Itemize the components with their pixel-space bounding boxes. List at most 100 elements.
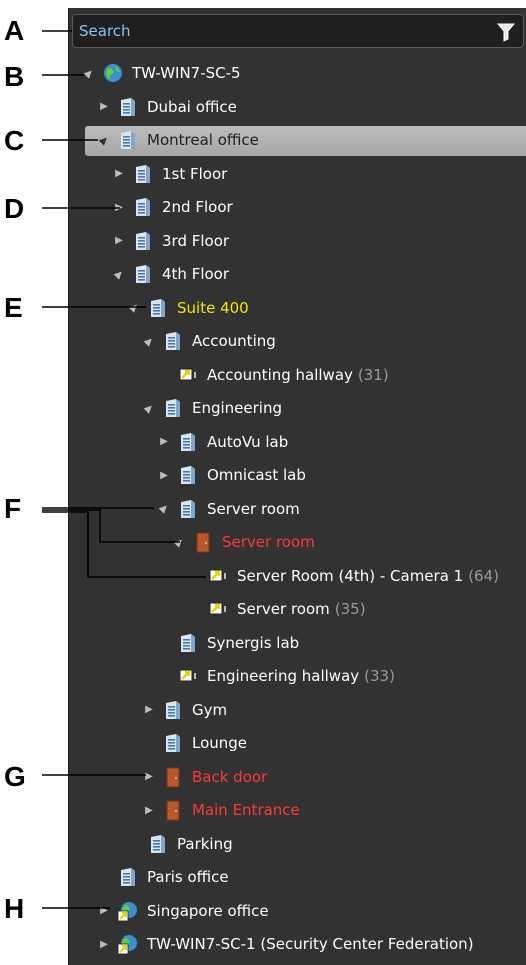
- door-icon: [162, 799, 184, 821]
- building-icon: [117, 96, 139, 118]
- tree-item[interactable]: ▶ Singapore office: [97, 896, 269, 926]
- building-icon: [147, 833, 169, 855]
- tree-item-count: (64): [468, 566, 499, 585]
- tree-item-label: Omnicast lab: [207, 466, 306, 484]
- tree-item-label: Server room: [207, 499, 300, 518]
- tree-item[interactable]: ▶ Omnicast lab: [157, 460, 306, 490]
- tree-item[interactable]: ▲ Accounting: [142, 326, 276, 356]
- building-icon: [117, 129, 139, 151]
- tree-item-label: 1st Floor: [162, 164, 228, 183]
- expand-arrow-icon[interactable]: ▶: [112, 202, 126, 213]
- camera-icon: [177, 364, 199, 386]
- expand-arrow-icon[interactable]: ▶: [157, 470, 171, 481]
- tree-item[interactable]: ▲ Suite 400: [127, 293, 249, 323]
- collapse-arrow-icon[interactable]: ▲: [140, 399, 158, 417]
- building-icon: [162, 732, 184, 754]
- tree-item[interactable]: ▲ Montreal office: [85, 125, 526, 156]
- tree-item[interactable]: ▲ Engineering: [142, 393, 282, 423]
- tree-item[interactable]: ▶ 3rd Floor: [112, 226, 229, 256]
- tree-item-label: Main Entrance: [192, 801, 300, 819]
- search-bar: [72, 14, 524, 48]
- tree-item-label: TW-WIN7-SC-5: [132, 64, 241, 82]
- tree-item-count: (35): [334, 600, 366, 618]
- expand-arrow-icon[interactable]: ▶: [112, 235, 126, 246]
- tree-item-label: Lounge: [192, 734, 248, 752]
- expand-arrow-icon[interactable]: ▶: [97, 905, 111, 916]
- tree-item-label: Server room: [237, 600, 330, 618]
- door-icon: [162, 766, 184, 788]
- tree-item-label: Dubai office: [147, 97, 237, 116]
- building-icon: [162, 330, 184, 352]
- tree-item[interactable]: Synergis lab: [157, 628, 299, 658]
- collapse-arrow-icon[interactable]: ▲: [110, 265, 128, 283]
- expand-arrow-icon[interactable]: ▶: [97, 101, 111, 112]
- search-input[interactable]: [79, 19, 469, 43]
- callout-e: E: [4, 292, 23, 323]
- collapse-arrow-icon[interactable]: ▲: [155, 500, 173, 518]
- tree-item-count: (33): [364, 667, 395, 685]
- tree-item[interactable]: Paris office: [97, 862, 229, 892]
- tree-item-label: 3rd Floor: [162, 231, 230, 250]
- tree-item-label: 4th Floor: [162, 265, 230, 283]
- building-icon: [162, 699, 184, 721]
- tree-item-label: 2nd Floor: [162, 198, 233, 216]
- tree-item-label: Paris office: [147, 868, 229, 886]
- tree-item[interactable]: ▶ Main Entrance: [142, 795, 300, 825]
- collapse-arrow-icon[interactable]: ▲: [170, 533, 188, 551]
- collapse-arrow-icon[interactable]: ▲: [80, 64, 98, 82]
- tree-item[interactable]: ▲ 4th Floor: [112, 259, 229, 289]
- tree-item[interactable]: ▲ Server room: [172, 527, 315, 557]
- collapse-arrow-icon[interactable]: ▲: [125, 299, 143, 317]
- callout-h: H: [4, 893, 25, 924]
- tree-item[interactable]: ▲ TW-WIN7-SC-5: [82, 58, 241, 88]
- tree-item-label: Engineering hallway: [207, 667, 360, 685]
- building-icon: [177, 632, 199, 654]
- building-icon: [117, 866, 139, 888]
- building-icon: [132, 196, 154, 218]
- tree-item[interactable]: Parking: [127, 829, 233, 859]
- filter-icon[interactable]: [496, 22, 516, 42]
- tree-item-label: Synergis lab: [207, 633, 300, 652]
- building-icon: [132, 230, 154, 252]
- tree-item[interactable]: ▲ Server room: [157, 494, 300, 524]
- callout-c: C: [4, 125, 25, 156]
- tree-item[interactable]: ▶ Back door: [142, 762, 267, 792]
- collapse-arrow-icon[interactable]: ▲: [95, 131, 113, 149]
- expand-arrow-icon[interactable]: ▶: [142, 805, 156, 816]
- tree-item[interactable]: ▶ Dubai office: [97, 92, 237, 122]
- camera-icon: [207, 565, 229, 587]
- expand-arrow-icon[interactable]: ▶: [97, 939, 111, 950]
- tree-item[interactable]: Server room (35): [187, 594, 366, 624]
- tree-item[interactable]: ▶ Gym: [142, 695, 227, 725]
- expand-arrow-icon[interactable]: ▶: [142, 704, 156, 715]
- tree-item[interactable]: ▶ TW-WIN7-SC-1 (Security Center Federatio…: [97, 929, 474, 959]
- tree-item[interactable]: ▶ 2nd Floor: [112, 192, 233, 222]
- tree-item[interactable]: ▶ AutoVu lab: [157, 427, 288, 457]
- tree-item-label: Server room: [222, 533, 315, 551]
- tree-item-label: Gym: [192, 700, 228, 719]
- expand-arrow-icon[interactable]: ▶: [142, 771, 156, 782]
- building-icon: [177, 464, 199, 486]
- tree-item-label: Parking: [177, 834, 233, 853]
- building-icon: [162, 397, 184, 419]
- tree-item-label: Singapore office: [147, 901, 269, 920]
- tree-item-label: Montreal office: [147, 131, 259, 149]
- building-icon: [147, 297, 169, 319]
- collapse-arrow-icon[interactable]: ▲: [140, 332, 158, 350]
- tree-item-label: Accounting: [192, 332, 276, 350]
- globe-icon: [102, 62, 124, 84]
- callout-d: D: [4, 193, 25, 224]
- tree-item[interactable]: Lounge: [142, 728, 247, 758]
- tree-item[interactable]: ▶ 1st Floor: [112, 159, 227, 189]
- tree-item[interactable]: Engineering hallway (33): [157, 661, 395, 691]
- callout-f: F: [4, 493, 22, 524]
- tree-item[interactable]: Server Room (4th) - Camera 1 (64): [187, 561, 499, 591]
- door-icon: [192, 531, 214, 553]
- expand-arrow-icon[interactable]: ▶: [112, 168, 126, 179]
- tree-item[interactable]: Accounting hallway (31): [157, 360, 389, 390]
- callout-b: B: [4, 61, 25, 92]
- tree-item-label: Engineering: [192, 399, 282, 417]
- building-icon: [177, 431, 199, 453]
- expand-arrow-icon[interactable]: ▶: [157, 436, 171, 447]
- globe-linked-icon: [117, 900, 139, 922]
